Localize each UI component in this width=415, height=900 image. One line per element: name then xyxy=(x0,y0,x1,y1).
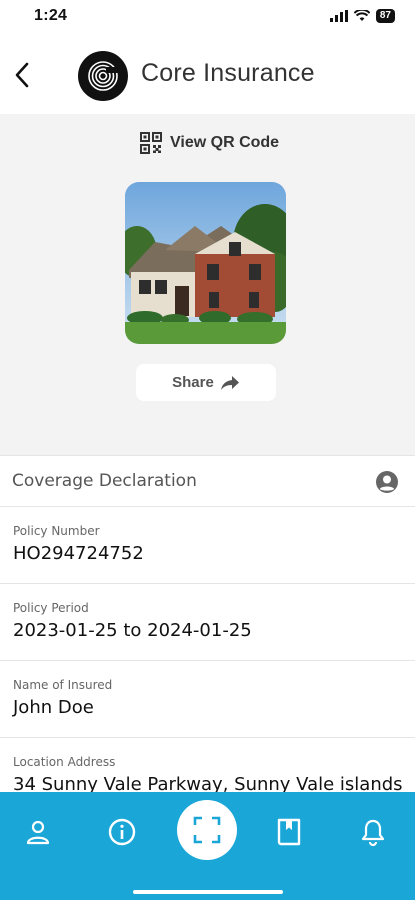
field-label: Policy Number xyxy=(13,524,100,538)
insured-name-row: Name of Insured John Doe xyxy=(0,661,415,738)
field-label: Location Address xyxy=(13,755,116,769)
field-label: Name of Insured xyxy=(13,678,113,692)
qr-label: View QR Code xyxy=(170,134,280,151)
qr-code-icon xyxy=(140,132,162,154)
bottom-nav xyxy=(0,792,415,900)
nav-profile[interactable] xyxy=(22,816,54,848)
share-button[interactable]: Share xyxy=(136,364,276,401)
view-qr-code-button[interactable]: View QR Code xyxy=(140,132,279,154)
back-arrow-icon xyxy=(15,62,29,88)
nav-scan-button[interactable] xyxy=(177,800,237,860)
policy-number-row: Policy Number HO294724752 xyxy=(0,507,415,584)
battery-icon: 87 xyxy=(375,9,395,23)
house-photo xyxy=(125,182,286,344)
nav-book[interactable] xyxy=(273,816,305,848)
scan-icon xyxy=(193,816,221,844)
account-circle-icon[interactable] xyxy=(375,470,399,494)
app-header: Core Insurance xyxy=(0,36,415,114)
coverage-title: Coverage Declaration xyxy=(12,471,197,491)
property-hero: View QR Code Share xyxy=(0,114,415,455)
wifi-icon xyxy=(353,10,370,21)
app-title: Core Insurance xyxy=(141,59,315,87)
core-logo-icon xyxy=(78,51,128,101)
info-icon xyxy=(108,818,136,846)
field-label: Policy Period xyxy=(13,601,89,615)
nav-notifications[interactable] xyxy=(357,816,389,848)
back-button[interactable] xyxy=(10,60,34,90)
signal-icon xyxy=(329,10,348,22)
status-time: 1:24 xyxy=(34,7,68,24)
field-value: 34 Sunny Vale Parkway, Sunny Vale island… xyxy=(13,774,403,792)
share-label: Share xyxy=(172,374,214,391)
field-value: HO294724752 xyxy=(13,543,144,564)
bell-icon xyxy=(361,819,385,846)
field-value: John Doe xyxy=(13,697,94,718)
policy-period-row: Policy Period 2023-01-25 to 2024-01-25 xyxy=(0,584,415,661)
home-indicator xyxy=(133,890,283,894)
status-icons: 87 xyxy=(329,9,395,23)
share-arrow-icon xyxy=(220,375,239,390)
profile-icon xyxy=(26,820,50,845)
nav-info[interactable] xyxy=(106,816,138,848)
location-address-row: Location Address 34 Sunny Vale Parkway, … xyxy=(0,738,415,792)
coverage-header: Coverage Declaration xyxy=(0,455,415,507)
book-icon xyxy=(277,818,301,846)
status-bar: 1:24 87 xyxy=(0,0,415,36)
field-value: 2023-01-25 to 2024-01-25 xyxy=(13,620,252,641)
